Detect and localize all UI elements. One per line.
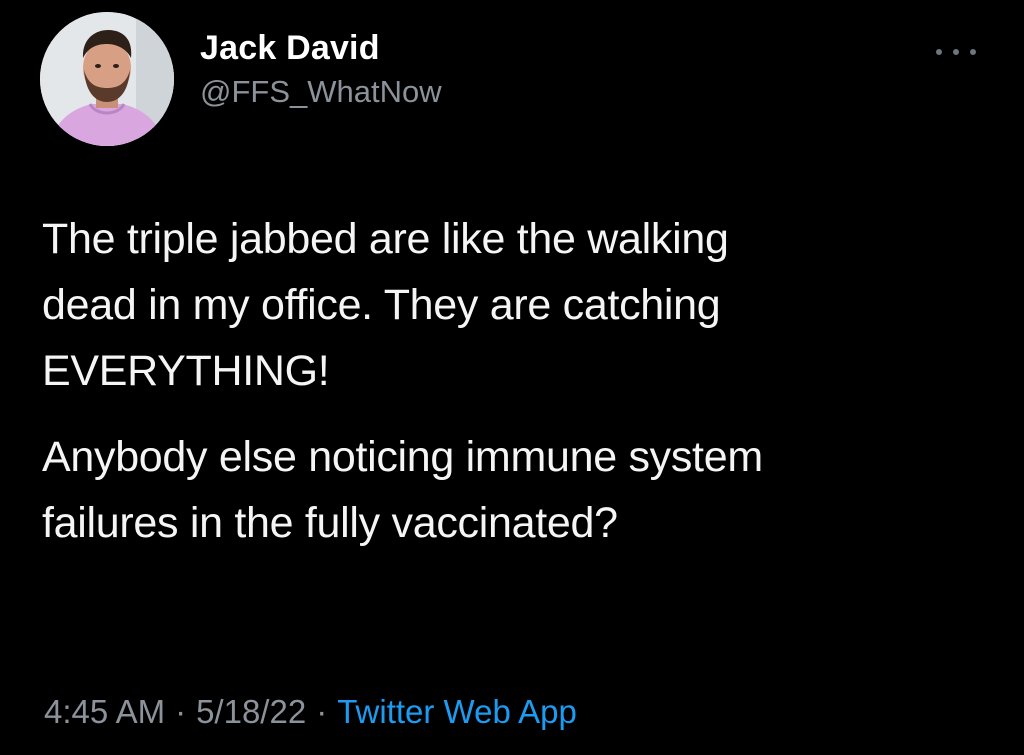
tweet-header: Jack David @FFS_WhatNow — [40, 8, 984, 148]
separator: · — [316, 693, 328, 730]
tweet-paragraph: The triple jabbed are like the walking d… — [42, 215, 729, 395]
dot — [970, 49, 976, 55]
tweet-text: The triple jabbed are like the walking d… — [42, 206, 1002, 576]
separator: · — [175, 693, 187, 730]
dot — [936, 49, 942, 55]
display-name[interactable]: Jack David — [200, 26, 442, 70]
tweet-date[interactable]: 5/18/22 — [196, 693, 306, 730]
tweet-time[interactable]: 4:45 AM — [44, 693, 165, 730]
dot — [953, 49, 959, 55]
tweet-source-link[interactable]: Twitter Web App — [337, 693, 577, 730]
tweet: Jack David @FFS_WhatNow The triple jabbe… — [0, 0, 1024, 755]
tweet-meta: 4:45 AM · 5/18/22 · Twitter Web App — [44, 690, 577, 734]
author-names: Jack David @FFS_WhatNow — [200, 26, 442, 112]
avatar[interactable] — [40, 12, 174, 146]
tweet-paragraph: Anybody else noticing immune system fail… — [42, 433, 763, 547]
avatar-image — [40, 12, 174, 146]
user-handle[interactable]: @FFS_WhatNow — [200, 72, 442, 112]
ellipsis-icon[interactable] — [936, 44, 976, 60]
